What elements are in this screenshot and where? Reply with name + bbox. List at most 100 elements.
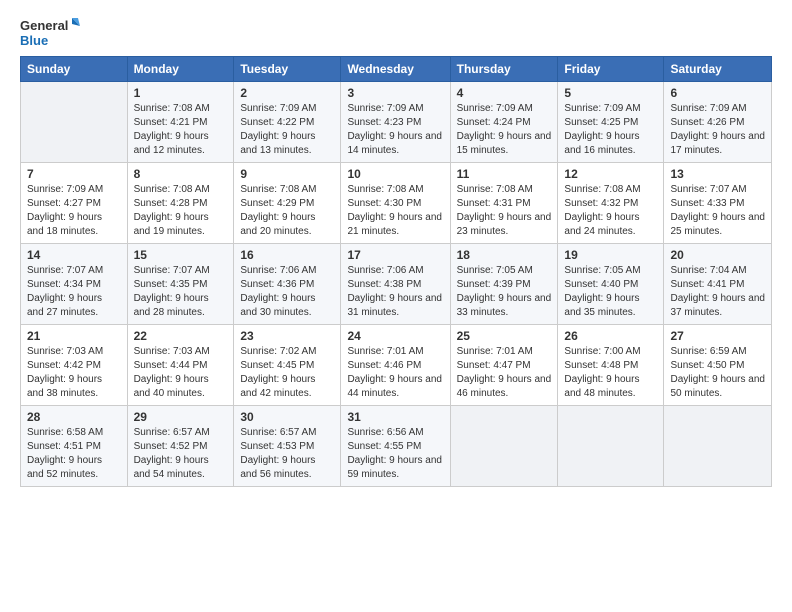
weekday-header: Thursday (450, 57, 558, 82)
day-info: Sunrise: 7:03 AMSunset: 4:44 PMDaylight:… (134, 345, 228, 401)
calendar-day-cell: 4 Sunrise: 7:09 AMSunset: 4:24 PMDaylight… (450, 82, 558, 163)
calendar-day-cell: 16 Sunrise: 7:06 AMSunset: 4:36 PMDayligh… (234, 244, 341, 325)
calendar-day-cell (21, 82, 128, 163)
calendar-day-cell: 10 Sunrise: 7:08 AMSunset: 4:30 PMDayligh… (341, 163, 450, 244)
calendar-day-cell: 1Sunrise: 7:08 AMSunset: 4:21 PMDaylight… (127, 82, 234, 163)
day-info: Sunrise: 6:57 AMSunset: 4:52 PMDaylight:… (134, 426, 228, 482)
calendar-day-cell (450, 406, 558, 487)
day-info: Sunrise: 7:07 AMSunset: 4:35 PMDaylight:… (134, 264, 228, 320)
day-info: Sunrise: 7:05 AMSunset: 4:39 PMDaylight:… (457, 264, 552, 320)
day-number: 27 (670, 329, 765, 343)
day-info: Sunrise: 7:06 AMSunset: 4:36 PMDaylight:… (240, 264, 334, 320)
day-info: Sunrise: 7:07 AMSunset: 4:34 PMDaylight:… (27, 264, 121, 320)
day-number: 13 (670, 167, 765, 181)
day-number: 20 (670, 248, 765, 262)
calendar-day-cell: 9Sunrise: 7:08 AMSunset: 4:29 PMDaylight… (234, 163, 341, 244)
calendar-day-cell: 14Sunrise: 7:07 AMSunset: 4:34 PMDayligh… (21, 244, 128, 325)
weekday-header: Saturday (664, 57, 772, 82)
calendar-week-row: 7Sunrise: 7:09 AMSunset: 4:27 PMDaylight… (21, 163, 772, 244)
logo: General Blue (20, 16, 80, 48)
day-info: Sunrise: 7:01 AMSunset: 4:46 PMDaylight:… (347, 345, 443, 401)
day-number: 18 (457, 248, 552, 262)
weekday-header: Monday (127, 57, 234, 82)
day-info: Sunrise: 6:59 AMSunset: 4:50 PMDaylight:… (670, 345, 765, 401)
calendar-day-cell: 17Sunrise: 7:06 AMSunset: 4:38 PMDayligh… (341, 244, 450, 325)
day-info: Sunrise: 7:08 AMSunset: 4:28 PMDaylight:… (134, 183, 228, 239)
day-number: 15 (134, 248, 228, 262)
day-info: Sunrise: 7:09 AMSunset: 4:25 PMDaylight:… (564, 102, 657, 158)
day-number: 12 (564, 167, 657, 181)
header: General Blue (20, 16, 772, 48)
day-number: 7 (27, 167, 121, 181)
day-info: Sunrise: 7:06 AMSunset: 4:38 PMDaylight:… (347, 264, 443, 320)
calendar-week-row: 14Sunrise: 7:07 AMSunset: 4:34 PMDayligh… (21, 244, 772, 325)
calendar-day-cell: 23 Sunrise: 7:02 AMSunset: 4:45 PMDayligh… (234, 325, 341, 406)
calendar-day-cell: 20 Sunrise: 7:04 AMSunset: 4:41 PMDayligh… (664, 244, 772, 325)
day-number: 3 (347, 86, 443, 100)
day-info: Sunrise: 7:09 AMSunset: 4:26 PMDaylight:… (670, 102, 765, 158)
day-info: Sunrise: 7:05 AMSunset: 4:40 PMDaylight:… (564, 264, 657, 320)
svg-text:General: General (20, 18, 68, 33)
calendar-day-cell: 29Sunrise: 6:57 AMSunset: 4:52 PMDayligh… (127, 406, 234, 487)
day-number: 9 (240, 167, 334, 181)
weekday-header: Sunday (21, 57, 128, 82)
calendar-day-cell (558, 406, 664, 487)
calendar-day-cell: 31 Sunrise: 6:56 AMSunset: 4:55 PMDayligh… (341, 406, 450, 487)
day-info: Sunrise: 7:04 AMSunset: 4:41 PMDaylight:… (670, 264, 765, 320)
calendar-day-cell: 27 Sunrise: 6:59 AMSunset: 4:50 PMDayligh… (664, 325, 772, 406)
day-info: Sunrise: 7:09 AMSunset: 4:24 PMDaylight:… (457, 102, 552, 158)
day-number: 19 (564, 248, 657, 262)
day-number: 10 (347, 167, 443, 181)
day-info: Sunrise: 7:02 AMSunset: 4:45 PMDaylight:… (240, 345, 334, 401)
calendar-table: SundayMondayTuesdayWednesdayThursdayFrid… (20, 56, 772, 487)
calendar-week-row: 28 Sunrise: 6:58 AMSunset: 4:51 PMDayligh… (21, 406, 772, 487)
weekday-header: Wednesday (341, 57, 450, 82)
calendar-day-cell: 22 Sunrise: 7:03 AMSunset: 4:44 PMDayligh… (127, 325, 234, 406)
logo-svg: General Blue (20, 16, 80, 48)
day-number: 22 (134, 329, 228, 343)
calendar-day-cell: 6 Sunrise: 7:09 AMSunset: 4:26 PMDaylight… (664, 82, 772, 163)
day-number: 23 (240, 329, 334, 343)
day-number: 4 (457, 86, 552, 100)
calendar-day-cell: 24 Sunrise: 7:01 AMSunset: 4:46 PMDayligh… (341, 325, 450, 406)
day-number: 30 (240, 410, 334, 424)
day-number: 6 (670, 86, 765, 100)
page: General Blue SundayMondayTuesdayWednesda… (0, 0, 792, 497)
day-info: Sunrise: 6:57 AMSunset: 4:53 PMDaylight:… (240, 426, 334, 482)
day-number: 28 (27, 410, 121, 424)
calendar-day-cell: 11Sunrise: 7:08 AMSunset: 4:31 PMDayligh… (450, 163, 558, 244)
calendar-day-cell: 3 Sunrise: 7:09 AMSunset: 4:23 PMDaylight… (341, 82, 450, 163)
day-info: Sunrise: 7:08 AMSunset: 4:32 PMDaylight:… (564, 183, 657, 239)
weekday-header: Friday (558, 57, 664, 82)
day-number: 5 (564, 86, 657, 100)
day-number: 8 (134, 167, 228, 181)
calendar-day-cell: 26 Sunrise: 7:00 AMSunset: 4:48 PMDayligh… (558, 325, 664, 406)
day-number: 31 (347, 410, 443, 424)
calendar-day-cell: 15 Sunrise: 7:07 AMSunset: 4:35 PMDayligh… (127, 244, 234, 325)
day-info: Sunrise: 7:08 AMSunset: 4:31 PMDaylight:… (457, 183, 552, 239)
calendar-day-cell: 5 Sunrise: 7:09 AMSunset: 4:25 PMDaylight… (558, 82, 664, 163)
day-number: 21 (27, 329, 121, 343)
day-number: 24 (347, 329, 443, 343)
calendar-day-cell: 12 Sunrise: 7:08 AMSunset: 4:32 PMDayligh… (558, 163, 664, 244)
day-info: Sunrise: 7:07 AMSunset: 4:33 PMDaylight:… (670, 183, 765, 239)
calendar-day-cell (664, 406, 772, 487)
day-info: Sunrise: 7:08 AMSunset: 4:21 PMDaylight:… (134, 102, 228, 158)
day-info: Sunrise: 7:01 AMSunset: 4:47 PMDaylight:… (457, 345, 552, 401)
day-info: Sunrise: 6:56 AMSunset: 4:55 PMDaylight:… (347, 426, 443, 482)
day-info: Sunrise: 7:08 AMSunset: 4:30 PMDaylight:… (347, 183, 443, 239)
day-info: Sunrise: 7:09 AMSunset: 4:23 PMDaylight:… (347, 102, 443, 158)
calendar-day-cell: 30 Sunrise: 6:57 AMSunset: 4:53 PMDayligh… (234, 406, 341, 487)
calendar-day-cell: 2Sunrise: 7:09 AMSunset: 4:22 PMDaylight… (234, 82, 341, 163)
day-info: Sunrise: 7:09 AMSunset: 4:22 PMDaylight:… (240, 102, 334, 158)
calendar-day-cell: 18 Sunrise: 7:05 AMSunset: 4:39 PMDayligh… (450, 244, 558, 325)
calendar-day-cell: 19 Sunrise: 7:05 AMSunset: 4:40 PMDayligh… (558, 244, 664, 325)
calendar-day-cell: 7Sunrise: 7:09 AMSunset: 4:27 PMDaylight… (21, 163, 128, 244)
day-info: Sunrise: 7:00 AMSunset: 4:48 PMDaylight:… (564, 345, 657, 401)
day-number: 25 (457, 329, 552, 343)
day-number: 26 (564, 329, 657, 343)
day-info: Sunrise: 6:58 AMSunset: 4:51 PMDaylight:… (27, 426, 121, 482)
day-number: 16 (240, 248, 334, 262)
svg-text:Blue: Blue (20, 33, 48, 48)
weekday-header: Tuesday (234, 57, 341, 82)
